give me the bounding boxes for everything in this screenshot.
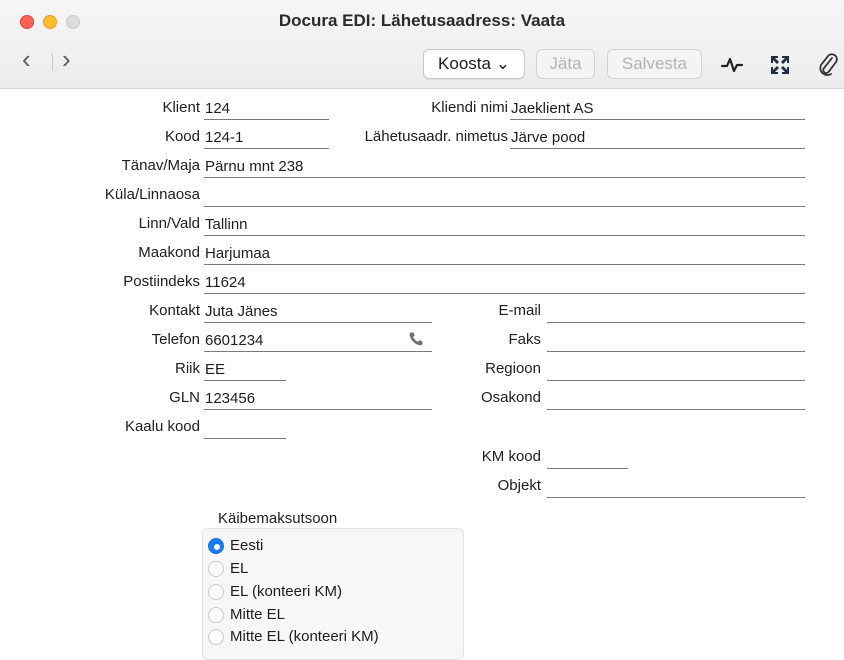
gln-label: GLN bbox=[169, 389, 200, 406]
maakond-label: Maakond bbox=[138, 244, 200, 261]
linn-label: Linn/Vald bbox=[138, 215, 200, 232]
riik-field[interactable]: EE bbox=[204, 360, 286, 381]
regioon-label: Regioon bbox=[485, 360, 541, 377]
kontakt-label: Kontakt bbox=[149, 302, 200, 319]
lahetusaadr-nimetus-label: Lähetusaadr. nimetus bbox=[364, 128, 508, 145]
jata-button[interactable]: Jäta bbox=[536, 49, 595, 79]
window-titlebar: Docura EDI: Lähetusaadress: Vaata ‹ › Ko… bbox=[0, 0, 844, 89]
radio-circle[interactable] bbox=[208, 561, 224, 577]
attachment-icon[interactable] bbox=[815, 52, 841, 78]
regioon-field[interactable] bbox=[547, 360, 805, 381]
tanav-label: Tänav/Maja bbox=[121, 157, 200, 174]
km-kood-field[interactable] bbox=[547, 448, 628, 469]
osakond-field[interactable] bbox=[547, 389, 805, 410]
objekt-label: Objekt bbox=[497, 477, 541, 494]
kaibemaksutsoon-title: Käibemaksutsoon bbox=[218, 510, 338, 527]
telefon-field[interactable]: 6601234 bbox=[204, 331, 432, 352]
tanav-field[interactable]: Pärnu mnt 238 bbox=[204, 157, 805, 178]
radio-label: Eesti bbox=[230, 537, 264, 554]
klient-label: Klient bbox=[162, 99, 200, 116]
postiindeks-field[interactable]: 11624 bbox=[204, 273, 805, 294]
radio-label: Mitte EL bbox=[230, 606, 286, 623]
lahetusaadr-nimetus-field[interactable]: Järve pood bbox=[510, 128, 805, 149]
kula-label: Küla/Linnaosa bbox=[104, 186, 200, 203]
phone-icon[interactable] bbox=[408, 331, 424, 347]
radio-circle[interactable] bbox=[208, 607, 224, 623]
kliendi-nimi-label: Kliendi nimi bbox=[431, 99, 508, 116]
klient-field[interactable]: 124 bbox=[204, 99, 329, 120]
osakond-label: Osakond bbox=[480, 389, 541, 406]
kula-field[interactable] bbox=[204, 186, 805, 207]
forward-button[interactable]: › bbox=[62, 46, 71, 72]
telefon-label: Telefon bbox=[151, 331, 200, 348]
activity-icon[interactable] bbox=[719, 52, 745, 78]
salvesta-button[interactable]: Salvesta bbox=[607, 49, 702, 79]
koosta-button[interactable]: Koosta ⌄ bbox=[423, 49, 525, 79]
postiindeks-label: Postiindeks bbox=[123, 273, 200, 290]
expand-icon[interactable] bbox=[767, 52, 793, 78]
maakond-field[interactable]: Harjumaa bbox=[204, 244, 805, 265]
window-title: Docura EDI: Lähetusaadress: Vaata bbox=[278, 11, 566, 30]
radio-label: EL bbox=[230, 560, 249, 577]
kontakt-field[interactable]: Juta Jänes bbox=[204, 302, 432, 323]
kood-field[interactable]: 124-1 bbox=[204, 128, 329, 149]
email-label: E-mail bbox=[498, 302, 541, 319]
radio-label: EL (konteeri KM) bbox=[230, 583, 342, 600]
radio-label: Mitte EL (konteeri KM) bbox=[230, 628, 379, 645]
faks-field[interactable] bbox=[547, 331, 805, 352]
objekt-field[interactable] bbox=[547, 477, 805, 498]
nav-divider bbox=[52, 53, 53, 71]
linn-field[interactable]: Tallinn bbox=[204, 215, 805, 236]
kaalu-kood-field[interactable] bbox=[204, 418, 286, 439]
faks-label: Faks bbox=[508, 331, 541, 348]
radio-circle[interactable] bbox=[208, 584, 224, 600]
kood-label: Kood bbox=[164, 128, 200, 145]
back-button[interactable]: ‹ bbox=[22, 46, 31, 72]
kaalu-kood-label: Kaalu kood bbox=[124, 418, 200, 435]
gln-field[interactable]: 123456 bbox=[204, 389, 432, 410]
kliendi-nimi-field[interactable]: Jaeklient AS bbox=[510, 99, 805, 120]
riik-label: Riik bbox=[175, 360, 200, 377]
email-field[interactable] bbox=[547, 302, 805, 323]
km-kood-label: KM kood bbox=[481, 448, 541, 465]
radio-circle[interactable] bbox=[208, 538, 224, 554]
radio-circle[interactable] bbox=[208, 629, 224, 645]
